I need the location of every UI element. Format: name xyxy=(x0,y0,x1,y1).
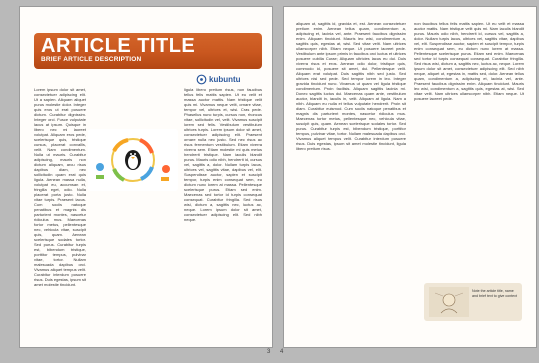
sidebar-note-text: Note the article title, name and brief t… xyxy=(472,289,517,298)
body-column-right-1: aliquam ut, sagittis id, gravida et, est… xyxy=(296,21,406,151)
article-title: ARTICLE TITLE xyxy=(41,35,196,57)
kubuntu-logo-icon xyxy=(196,74,207,84)
page-number-left: 3 xyxy=(267,349,271,355)
brand-name: kubuntu xyxy=(209,74,241,84)
sidebar-note: Note the article title, name and brief t… xyxy=(424,283,522,321)
body-column-left-1: Lorem ipsum dolor sit amet, consectetuer… xyxy=(34,87,86,287)
page-right: aliquam ut, sagittis id, gravida et, est… xyxy=(283,6,537,348)
page-number-right: 4 xyxy=(280,349,284,355)
body-column-right-2: non faucibus tellus felis mattis sapien.… xyxy=(414,21,524,101)
article-subtitle: BRIEF ARTICLE DESCRIPTION xyxy=(41,56,142,63)
body-column-left-2: ligula libero pretium risus, non faucibu… xyxy=(184,87,262,222)
figure-illustration xyxy=(88,129,178,191)
page-left: ARTICLE TITLE BRIEF ARTICLE DESCRIPTION … xyxy=(19,6,273,348)
sketch-image-icon xyxy=(429,287,469,317)
title-banner: ARTICLE TITLE BRIEF ARTICLE DESCRIPTION xyxy=(34,33,262,69)
logo-illustration-icon xyxy=(96,138,170,182)
brand-logo: kubuntu xyxy=(196,73,241,85)
